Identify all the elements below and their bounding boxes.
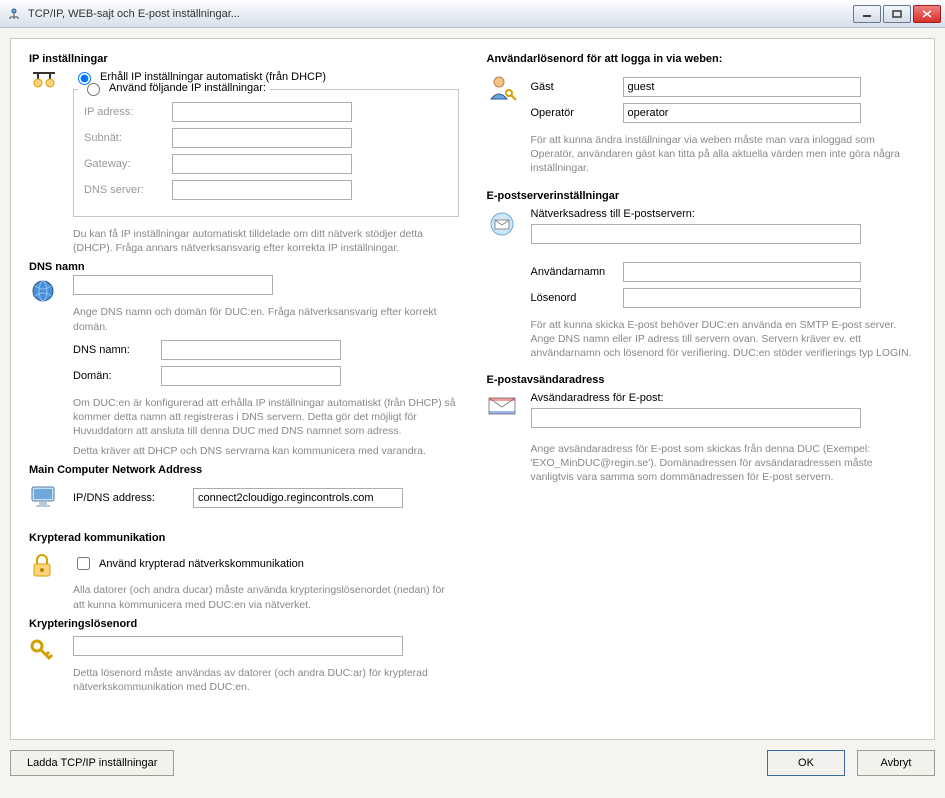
titlebar: TCP/IP, WEB-sajt och E-post inställninga…: [0, 0, 945, 28]
crypto-section-title: Krypterad kommunikation: [29, 532, 459, 544]
epostsender-section-title: E-postavsändaradress: [487, 374, 917, 386]
crypto-help: Alla datorer (och andra ducar) måste anv…: [73, 583, 459, 611]
epostsender-label: Avsändaradress för E-post:: [531, 392, 917, 404]
guest-label: Gäst: [531, 81, 613, 93]
dnsserver-input[interactable]: [172, 180, 352, 200]
epostserver-user-input[interactable]: [623, 262, 861, 282]
ip-manual-radio[interactable]: [87, 83, 100, 96]
userpw-section-title: Användarlösenord för att logga in via we…: [487, 53, 917, 65]
user-key-icon: [487, 73, 521, 103]
cryptopw-help: Detta lösenord måste användas av datorer…: [73, 666, 459, 694]
dns-name-label: DNS namn:: [73, 344, 161, 356]
epostserver-user-label: Användarnamn: [531, 266, 613, 278]
dns-domain-label: Domän:: [73, 370, 161, 382]
load-settings-button[interactable]: Ladda TCP/IP inställningar: [10, 750, 174, 776]
epostserver-addr-label: Nätverksadress till E-postservern:: [531, 208, 917, 220]
ip-manual-label: Använd följande IP inställningar:: [109, 82, 266, 94]
app-icon: [6, 6, 22, 22]
mainaddr-input[interactable]: [193, 488, 403, 508]
cancel-button[interactable]: Avbryt: [857, 750, 935, 776]
dns-help1: Ange DNS namn och domän för DUC:en. Fråg…: [73, 305, 459, 333]
ok-button[interactable]: OK: [767, 750, 845, 776]
ip-section-title: IP inställningar: [29, 53, 459, 65]
globe-icon: [29, 277, 63, 305]
dns-section-title: DNS namn: [29, 261, 459, 273]
network-icon: [29, 69, 63, 95]
dns-name-input[interactable]: [161, 340, 341, 360]
epostserver-section-title: E-postserverinställningar: [487, 190, 917, 202]
window-title: TCP/IP, WEB-sajt och E-post inställninga…: [28, 8, 853, 20]
epostserver-help: För att kunna skicka E-post behöver DUC:…: [531, 318, 917, 361]
keys-icon: [29, 638, 63, 664]
mainaddr-label: IP/DNS address:: [73, 492, 183, 504]
mail-sender-icon: [487, 394, 521, 418]
dns-help2: Om DUC:en är konfigurerad att erhålla IP…: [73, 396, 459, 439]
operator-input[interactable]: [623, 103, 861, 123]
mail-server-icon: [487, 210, 521, 238]
monitor-icon: [29, 484, 63, 510]
operator-label: Operatör: [531, 107, 613, 119]
cryptopw-input[interactable]: [73, 636, 403, 656]
dnsserver-label: DNS server:: [84, 184, 172, 196]
mainaddr-section-title: Main Computer Network Address: [29, 464, 459, 476]
main-panel: IP inställningar Erhåll IP inställningar…: [10, 38, 935, 740]
crypto-cb-label: Använd krypterad nätverkskommunikation: [99, 558, 304, 570]
ip-helptext: Du kan få IP inställningar automatiskt t…: [73, 227, 459, 255]
dns-domain-input[interactable]: [161, 366, 341, 386]
epostserver-pw-input[interactable]: [623, 288, 861, 308]
close-button[interactable]: [913, 5, 941, 23]
minimize-button[interactable]: [853, 5, 881, 23]
epostserver-pw-label: Lösenord: [531, 292, 613, 304]
ip-addr-input[interactable]: [172, 102, 352, 122]
crypto-checkbox[interactable]: [77, 557, 90, 570]
ip-addr-label: IP adress:: [84, 106, 172, 118]
maximize-button[interactable]: [883, 5, 911, 23]
lock-icon: [29, 552, 63, 580]
epostsender-help: Ange avsändaradress för E-post som skick…: [531, 442, 917, 485]
dns-main-input[interactable]: [73, 275, 273, 295]
subnet-input[interactable]: [172, 128, 352, 148]
epostserver-addr-input[interactable]: [531, 224, 861, 244]
gateway-label: Gateway:: [84, 158, 172, 170]
dns-help3: Detta kräver att DHCP och DNS servrarna …: [73, 444, 459, 458]
guest-input[interactable]: [623, 77, 861, 97]
gateway-input[interactable]: [172, 154, 352, 174]
subnet-label: Subnät:: [84, 132, 172, 144]
cryptopw-section-title: Krypteringslösenord: [29, 618, 459, 630]
epostsender-input[interactable]: [531, 408, 861, 428]
userpw-help: För att kunna ändra inställningar via we…: [531, 133, 917, 176]
